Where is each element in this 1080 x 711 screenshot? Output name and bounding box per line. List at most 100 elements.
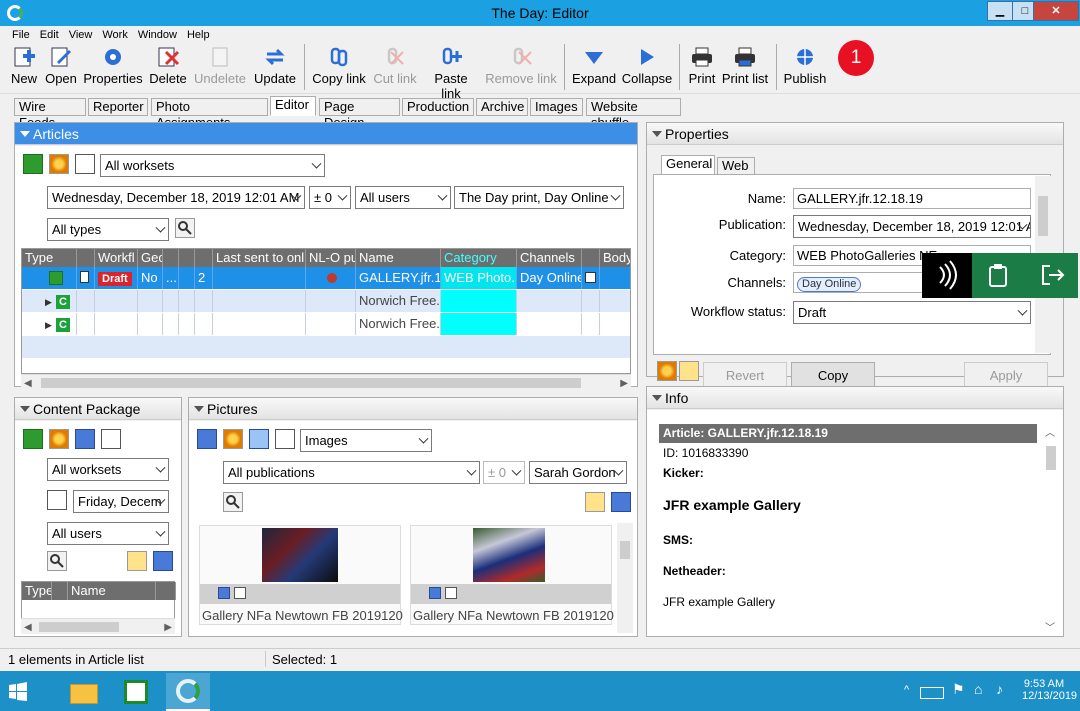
content-package-header[interactable]: Content Package	[15, 398, 181, 420]
pictures-header[interactable]: Pictures	[189, 398, 637, 420]
col-edit[interactable]	[77, 249, 95, 267]
properties-header[interactable]: Properties	[647, 123, 1063, 145]
user-select[interactable]: Sarah Gordon	[529, 461, 627, 484]
collapse-triangle-icon[interactable]	[652, 131, 662, 137]
collapse-triangle-icon[interactable]	[20, 131, 30, 137]
cut-link-button[interactable]: Cut link	[372, 46, 418, 90]
edit-picture-icon[interactable]	[249, 429, 269, 449]
publish-button[interactable]: Publish	[782, 46, 828, 90]
expand-arrow-icon[interactable]: ▶	[45, 292, 52, 312]
network-icon[interactable]: ⌂	[974, 681, 982, 697]
add-folder-icon[interactable]	[585, 492, 605, 512]
tab-photo-assignments[interactable]: Photo Assignments	[151, 98, 268, 130]
col-body[interactable]: Body	[600, 249, 630, 267]
picture-thumbnail[interactable]	[262, 528, 338, 582]
collapse-triangle-icon[interactable]	[20, 406, 30, 412]
keyboard-icon[interactable]	[920, 687, 944, 699]
update-button[interactable]: Update	[251, 46, 299, 90]
publication-select[interactable]: The Day print, Day Online	[454, 186, 624, 209]
clipboard-icon[interactable]	[986, 262, 1010, 288]
tab-web[interactable]: Web	[717, 157, 755, 175]
col-edit[interactable]	[52, 582, 68, 600]
name-field[interactable]: GALLERY.jfr.12.18.19	[793, 188, 1031, 209]
copy-link-button[interactable]: Copy link	[311, 46, 367, 90]
print-list-button[interactable]: Print list	[721, 46, 769, 90]
logout-icon[interactable]	[1040, 263, 1066, 287]
col-last-sent[interactable]: Last sent to onli	[213, 249, 306, 267]
search-icon[interactable]	[175, 218, 195, 238]
settings-star-icon[interactable]	[49, 429, 69, 449]
workset-select[interactable]: All worksets	[100, 154, 325, 177]
lightning-icon[interactable]	[679, 361, 699, 381]
tab-general[interactable]: General	[661, 155, 715, 175]
properties-button[interactable]: Properties	[82, 46, 144, 90]
calendar-icon[interactable]	[47, 490, 67, 510]
workset-select[interactable]: All worksets	[47, 458, 169, 481]
menu-window[interactable]: Window	[133, 27, 182, 43]
apply-button[interactable]: Apply	[964, 362, 1048, 389]
expand-arrow-icon[interactable]: ▶	[45, 315, 52, 335]
grid-view-icon[interactable]	[275, 429, 295, 449]
tab-editor[interactable]: Editor	[270, 96, 316, 116]
channel-tag[interactable]: Day Online	[797, 277, 862, 292]
undelete-button[interactable]: Undelete	[192, 46, 248, 90]
folder-icon[interactable]	[23, 429, 43, 449]
col-type[interactable]: Type	[22, 582, 52, 600]
table-row[interactable]: ▶ C Norwich Free...	[22, 290, 630, 312]
menu-file[interactable]: File	[7, 27, 35, 43]
chevron-up-icon[interactable]: ^	[904, 684, 909, 696]
view-icon[interactable]	[101, 429, 121, 449]
tab-wire-feeds[interactable]: Wire Feeds	[14, 98, 86, 130]
revert-button[interactable]: Revert	[703, 362, 787, 389]
workflow-select[interactable]: Draft	[793, 301, 1031, 324]
col-icon-b[interactable]	[179, 249, 195, 267]
table-row[interactable]: Draft No ... 2 GALLERY.jfr.1... WEB Phot…	[22, 267, 630, 289]
col-nlo[interactable]: NL-O pu	[306, 249, 356, 267]
col-channels[interactable]: Channels	[517, 249, 582, 267]
picture-item[interactable]: Gallery NFa Newtown FB 2019120	[410, 525, 614, 625]
users-select[interactable]: All users	[47, 522, 169, 545]
remove-link-button[interactable]: Remove link	[484, 46, 558, 90]
articles-header[interactable]: Articles	[15, 123, 637, 145]
new-button[interactable]: New	[8, 46, 40, 90]
date-select[interactable]: Wednesday, December 18, 2019 12:01 AM	[47, 186, 305, 209]
export-icon[interactable]	[611, 492, 631, 512]
clock[interactable]: 9:53 AM 12/13/2019	[1022, 678, 1077, 702]
users-select[interactable]: All users	[355, 186, 451, 209]
collapse-triangle-icon[interactable]	[652, 395, 662, 401]
windows-start-icon[interactable]	[8, 682, 28, 702]
copy-button[interactable]: Copy	[791, 362, 875, 389]
tab-reporter[interactable]: Reporter	[88, 98, 148, 116]
add-article-icon[interactable]	[23, 154, 43, 174]
tab-production[interactable]: Production	[402, 98, 474, 116]
search-icon[interactable]	[47, 551, 67, 571]
picture-thumbnail[interactable]	[473, 528, 545, 582]
col-icon-a[interactable]	[163, 249, 179, 267]
publication-select[interactable]: Wednesday, December 18, 2019 12:01 A	[793, 215, 1031, 238]
settings-star-icon[interactable]	[49, 154, 69, 174]
publication-select[interactable]: All publications	[223, 461, 480, 484]
types-select[interactable]: All types	[47, 218, 169, 241]
articles-hscroll[interactable]: ◀ ▶	[21, 374, 631, 390]
properties-star-icon[interactable]	[657, 361, 677, 381]
col-workflow[interactable]: Workfl	[95, 249, 138, 267]
picture-source-select[interactable]: Images	[300, 429, 432, 452]
paste-link-button[interactable]: Paste link	[423, 46, 479, 101]
col-name[interactable]: Name	[68, 582, 156, 600]
picture-icon[interactable]	[197, 429, 217, 449]
row-checkbox[interactable]	[585, 272, 596, 283]
open-button[interactable]: Open	[43, 46, 79, 90]
content-package-hscroll[interactable]: ◀ ▶	[21, 618, 175, 634]
delete-button[interactable]: Delete	[147, 46, 189, 90]
menu-help[interactable]: Help	[182, 27, 215, 43]
col-category[interactable]: Category	[441, 249, 517, 267]
collapse-button[interactable]: Collapse	[621, 46, 673, 90]
menu-view[interactable]: View	[64, 27, 98, 43]
col-geo[interactable]: Geo	[138, 249, 163, 267]
close-button[interactable]: ✕	[1033, 1, 1079, 21]
export-icon[interactable]	[153, 551, 173, 571]
date-select[interactable]: Friday, Decem	[73, 490, 169, 513]
col-icon[interactable]	[156, 582, 176, 600]
collapse-triangle-icon[interactable]	[194, 406, 204, 412]
tab-website-shuffle[interactable]: Website shuffle	[586, 98, 681, 130]
